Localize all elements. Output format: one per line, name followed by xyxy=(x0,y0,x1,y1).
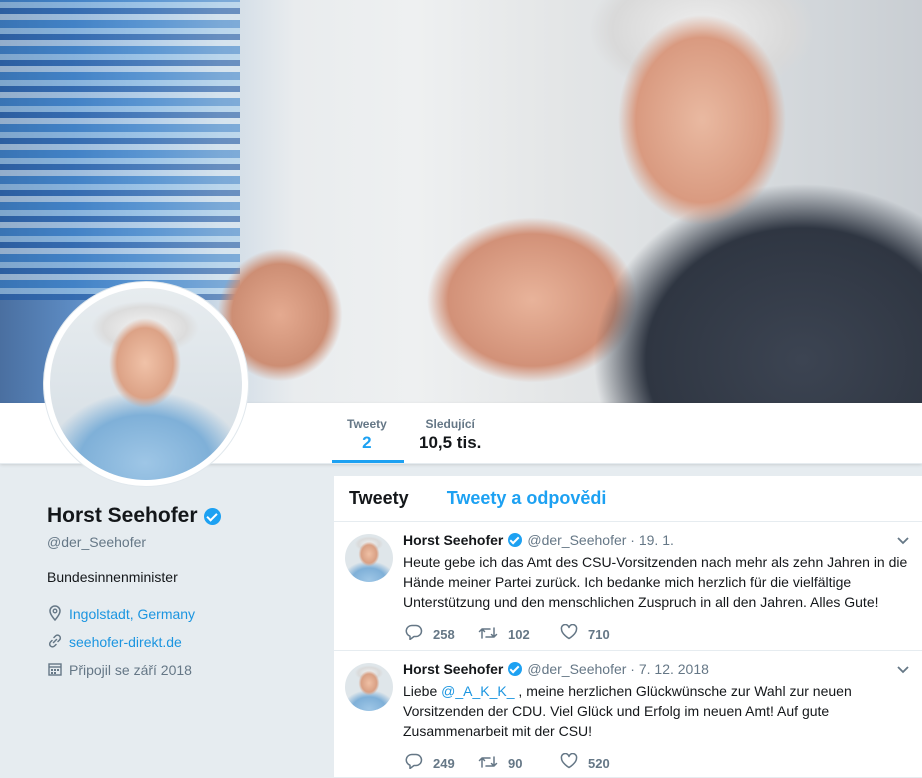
location-pin-icon xyxy=(47,604,63,624)
tweet-header: Horst Seehofer @der_Seehofer · 7. 12. 20… xyxy=(403,661,709,677)
retweet-icon xyxy=(478,625,498,645)
heart-icon xyxy=(560,752,578,774)
tweet-avatar[interactable] xyxy=(345,534,393,582)
profile-handle[interactable]: @der_Seehofer xyxy=(47,534,307,550)
nav-active-underline xyxy=(332,460,404,463)
tweet-author-name[interactable]: Horst Seehofer xyxy=(403,661,503,677)
verified-badge-icon xyxy=(508,533,523,547)
retweet-action[interactable]: 102 xyxy=(478,625,560,645)
tweet-text: Liebe @_A_K_K_ , meine herzlichen Glückw… xyxy=(403,681,908,741)
tweet-meta[interactable]: @der_Seehofer · 7. 12. 2018 xyxy=(527,661,709,677)
reply-action[interactable]: 258 xyxy=(405,624,478,645)
heart-icon xyxy=(560,623,578,645)
reply-icon xyxy=(405,753,423,774)
retweet-count: 102 xyxy=(508,627,530,642)
profile-card: Horst Seehofer @der_Seehofer Bundesinnen… xyxy=(47,504,307,684)
like-count: 710 xyxy=(588,627,610,642)
retweet-count: 90 xyxy=(508,756,523,771)
tab-tweets[interactable]: Tweety xyxy=(349,488,409,509)
nav-tweets-label: Tweety xyxy=(347,417,387,431)
profile-avatar[interactable] xyxy=(44,282,248,486)
reply-action[interactable]: 249 xyxy=(405,753,478,774)
reply-icon xyxy=(405,624,423,645)
timeline: Tweety Tweety a odpovědi Horst Seehofer … xyxy=(333,475,922,778)
tweet[interactable]: Horst Seehofer @der_Seehofer · 19. 1. He… xyxy=(334,522,922,651)
tweet-text-prefix: Liebe xyxy=(403,683,442,699)
profile-location: Ingolstadt, Germany xyxy=(47,600,307,628)
banner-portrait xyxy=(362,0,922,403)
nav-following-count: 10,5 tis. xyxy=(419,433,482,452)
tweet-author-name[interactable]: Horst Seehofer xyxy=(403,532,503,548)
like-action[interactable]: 520 xyxy=(560,752,610,774)
like-action[interactable]: 710 xyxy=(560,623,610,645)
profile-joined: Připojil se září 2018 xyxy=(47,656,307,684)
avatar-photo xyxy=(50,288,242,480)
reply-count: 258 xyxy=(433,627,455,642)
profile-bio: Bundesinnenminister xyxy=(47,569,178,585)
tweet-meta[interactable]: @der_Seehofer · 19. 1. xyxy=(527,532,674,548)
profile-website-link[interactable]: seehofer-direkt.de xyxy=(69,634,182,650)
profile-location-text[interactable]: Ingolstadt, Germany xyxy=(69,606,195,622)
tab-tweets-and-replies[interactable]: Tweety a odpovědi xyxy=(447,488,607,509)
retweet-action[interactable]: 90 xyxy=(478,754,560,774)
like-count: 520 xyxy=(588,756,610,771)
tweet[interactable]: Horst Seehofer @der_Seehofer · 7. 12. 20… xyxy=(334,651,922,777)
timeline-tabs: Tweety Tweety a odpovědi xyxy=(334,476,922,522)
chevron-down-icon[interactable] xyxy=(897,532,909,548)
retweet-icon xyxy=(478,754,498,774)
nav-following[interactable]: Sledující 10,5 tis. xyxy=(419,417,481,453)
nav-following-label: Sledující xyxy=(425,417,475,431)
tweet-header: Horst Seehofer @der_Seehofer · 19. 1. xyxy=(403,532,674,548)
nav-tweets-count: 2 xyxy=(362,433,372,452)
profile-website: seehofer-direkt.de xyxy=(47,628,307,656)
tweet-text: Heute gebe ich das Amt des CSU-Vorsitzen… xyxy=(403,554,908,610)
tweet-actions: 249 90 520 xyxy=(405,752,610,774)
nav-tweets[interactable]: Tweety 2 xyxy=(347,417,387,453)
profile-joined-text: Připojil se září 2018 xyxy=(69,662,192,678)
link-icon xyxy=(47,633,63,652)
verified-badge-icon xyxy=(508,662,523,676)
chevron-down-icon[interactable] xyxy=(897,661,909,677)
tweet-avatar[interactable] xyxy=(345,663,393,711)
tweet-mention-link[interactable]: @_A_K_K_ xyxy=(441,683,514,699)
profile-name-row: Horst Seehofer xyxy=(47,504,307,528)
profile-name[interactable]: Horst Seehofer xyxy=(47,504,198,528)
calendar-icon xyxy=(47,662,63,679)
profile-meta: Ingolstadt, Germany seehofer-direkt.de P… xyxy=(47,600,307,684)
tweet-actions: 258 102 710 xyxy=(405,623,610,645)
reply-count: 249 xyxy=(433,756,455,771)
verified-badge-icon xyxy=(203,507,221,525)
